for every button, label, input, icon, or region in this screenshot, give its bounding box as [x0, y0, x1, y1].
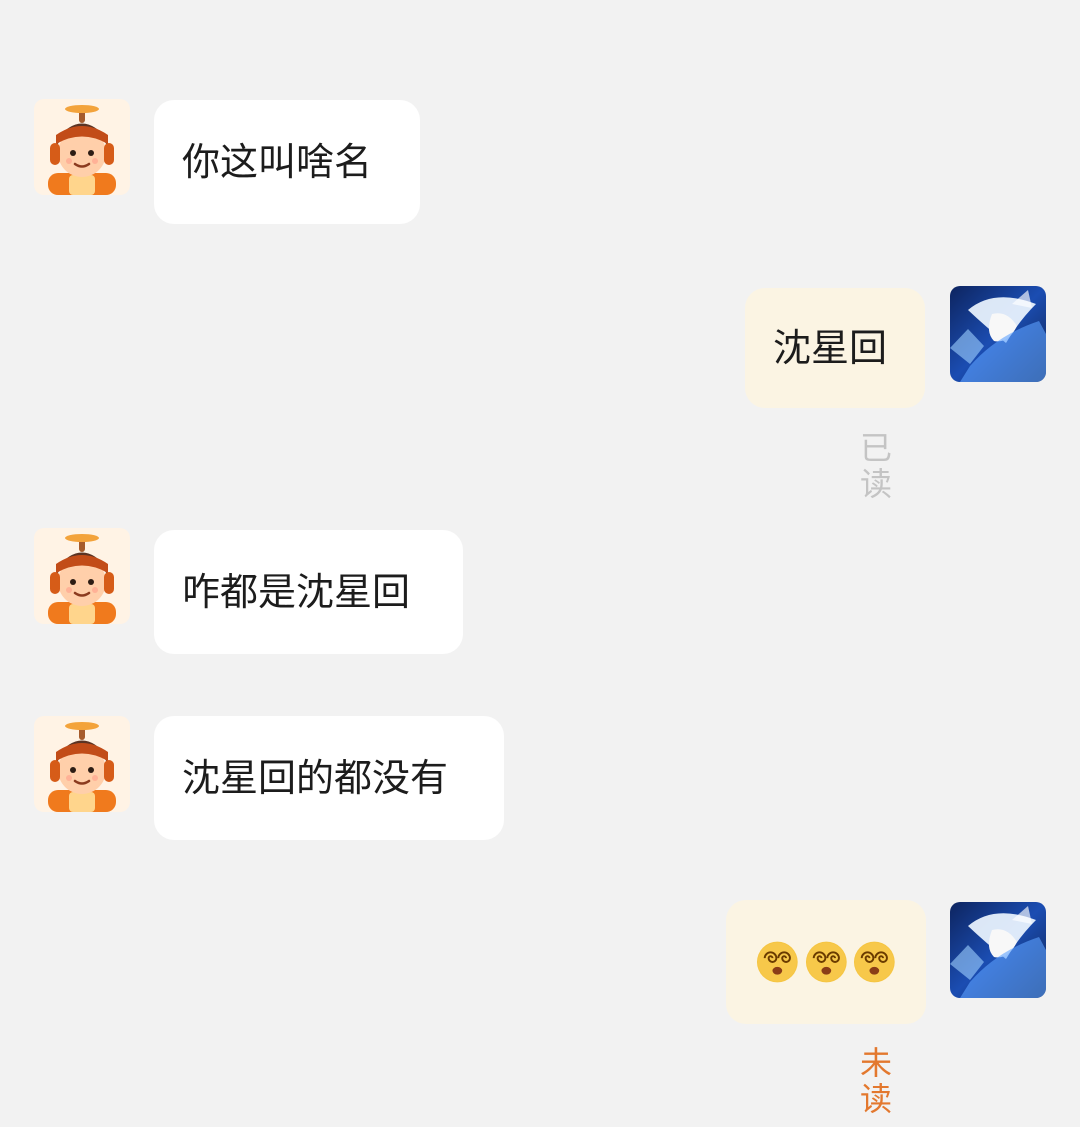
incoming-message-bubble[interactable]: 你这叫啥名	[154, 100, 420, 224]
chat-title	[500, 22, 590, 52]
incoming-message-bubble[interactable]: 咋都是沈星回	[154, 530, 463, 654]
anime-character-avatar-icon	[950, 286, 1046, 382]
read-status: 已读	[860, 429, 893, 503]
emoji-sequence	[756, 940, 896, 984]
propeller-hat-boy-avatar-icon	[34, 99, 130, 195]
dizzy-face-emoji-icon	[756, 940, 799, 984]
message-text: 沈星回的都没有	[182, 756, 449, 800]
message-text: 你这叫啥名	[182, 140, 373, 184]
contact-avatar[interactable]	[34, 528, 130, 624]
outgoing-emoji-bubble[interactable]	[726, 900, 926, 1024]
incoming-message-bubble[interactable]: 沈星回的都没有	[154, 716, 504, 840]
message-text: 沈星回	[773, 326, 888, 370]
dizzy-face-emoji-icon	[853, 940, 896, 984]
anime-character-avatar-icon	[950, 902, 1046, 998]
chat-screen: 你这叫啥名 沈星回 已读 咋都是沈星回 沈星回的都没有 未读	[0, 0, 1080, 1127]
dizzy-face-emoji-icon	[805, 940, 848, 984]
propeller-hat-boy-avatar-icon	[34, 528, 130, 624]
unread-status: 未读	[860, 1044, 893, 1118]
message-text: 咋都是沈星回	[182, 570, 411, 614]
contact-avatar[interactable]	[34, 716, 130, 812]
contact-avatar[interactable]	[34, 99, 130, 195]
outgoing-message-bubble[interactable]: 沈星回	[745, 288, 925, 408]
my-avatar[interactable]	[950, 902, 1046, 998]
my-avatar[interactable]	[950, 286, 1046, 382]
propeller-hat-boy-avatar-icon	[34, 716, 130, 812]
